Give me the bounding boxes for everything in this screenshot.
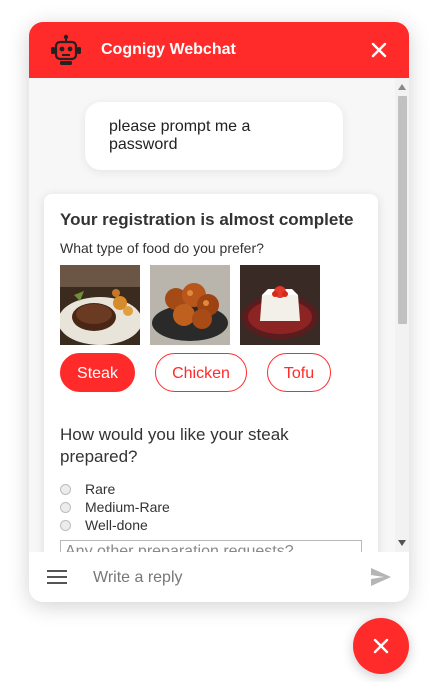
- steak-question: How would you like your steak prepared?: [60, 425, 289, 466]
- robot-icon: [51, 34, 81, 65]
- food-question: What type of food do you prefer?: [60, 240, 264, 256]
- menu-icon[interactable]: [47, 568, 67, 586]
- reply-input[interactable]: [91, 564, 355, 592]
- steak-photo: [60, 265, 140, 345]
- form-title: Your registration is almost complete: [60, 210, 354, 229]
- choice-button-steak[interactable]: Steak: [60, 353, 135, 392]
- close-icon: [373, 638, 389, 654]
- choice-button-chicken[interactable]: Chicken: [155, 353, 247, 392]
- registration-form-card: Your registration is almost complete Wha…: [44, 194, 378, 552]
- close-icon[interactable]: [365, 36, 393, 64]
- chicken-photo: [150, 265, 230, 345]
- radio-label: Well-done: [85, 517, 148, 533]
- webchat-title: Cognigy Webchat: [101, 41, 236, 58]
- reply-bar: [29, 552, 409, 602]
- send-icon[interactable]: [370, 566, 392, 588]
- webchat-toggle-button[interactable]: [353, 618, 409, 674]
- preparation-requests-textarea[interactable]: Any other preparation requests?: [60, 540, 362, 552]
- webchat-header: Cognigy Webchat: [29, 22, 409, 78]
- choice-button-tofu[interactable]: Tofu: [267, 353, 331, 392]
- radio-button[interactable]: [60, 520, 71, 531]
- radio-label: Rare: [85, 481, 116, 497]
- scrollbar-thumb[interactable]: [398, 96, 407, 324]
- radio-button[interactable]: [60, 502, 71, 513]
- webchat-window: Cognigy Webchat please prompt me a passw…: [29, 22, 409, 602]
- scroll-up-arrow-icon[interactable]: [398, 84, 406, 90]
- radio-button[interactable]: [60, 484, 71, 495]
- chat-scrollbar[interactable]: [395, 78, 409, 552]
- chat-history[interactable]: please prompt me a password Your registr…: [29, 78, 409, 552]
- user-message: please prompt me a password: [85, 102, 343, 170]
- user-message-text: please prompt me a password: [109, 118, 251, 153]
- radio-label: Medium-Rare: [85, 499, 170, 515]
- tofu-photo: [240, 265, 320, 345]
- scroll-down-arrow-icon[interactable]: [398, 540, 406, 546]
